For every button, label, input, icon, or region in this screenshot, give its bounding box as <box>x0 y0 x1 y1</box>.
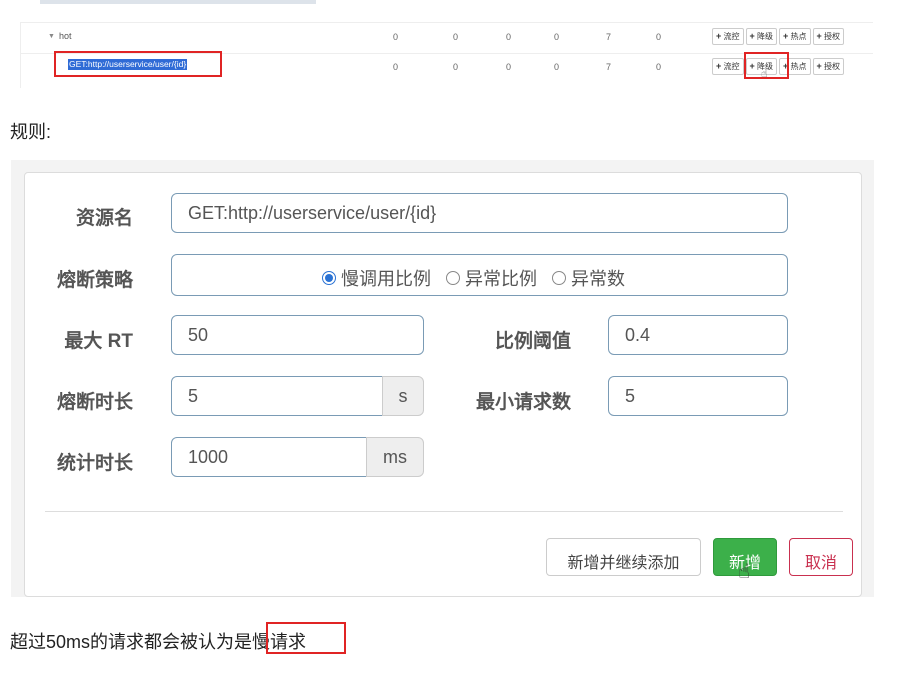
resource-table: ▼ hot 0 0 0 0 7 0 + 流控 + 降级 + 热点 + 授权 GET:h… <box>20 22 873 88</box>
form-divider <box>45 511 843 512</box>
resource-label: 资源名 <box>75 208 133 229</box>
row-actions: + 流控 + 降级 + 热点 + 授权 <box>712 28 846 45</box>
table-row: GET:http://userservice/user/{id} 0 0 0 0… <box>21 51 873 83</box>
radio-unchecked-icon <box>446 271 461 285</box>
hand-cursor-icon: ☝ <box>761 68 768 80</box>
resource-name: hot <box>59 31 72 41</box>
table-row: ▼ hot 0 0 0 0 7 0 + 流控 + 降级 + 热点 + 授权 <box>21 22 873 54</box>
stat-time-input[interactable]: 1000 <box>171 437 367 477</box>
flow-control-button[interactable]: + 流控 <box>712 58 744 75</box>
resource-name: GET:http://userservice/user/{id} <box>68 59 188 70</box>
resource-name-highlight: GET:http://userservice/user/{id} <box>54 51 222 77</box>
radio-unchecked-icon <box>552 271 567 285</box>
degrade-rule-dialog: 资源名 GET:http://userservice/user/{id} 熔断策… <box>11 160 874 597</box>
authorize-button[interactable]: + 授权 <box>812 28 844 45</box>
stat-time-unit: ms <box>366 437 424 477</box>
table-cell: 0 <box>656 62 662 72</box>
rule-form: 资源名 GET:http://userservice/user/{id} 熔断策… <box>24 172 862 597</box>
stat-time-label: 统计时长 <box>56 453 133 474</box>
table-cell: 0 <box>554 32 560 42</box>
top-edge-bar <box>40 0 316 4</box>
min-request-label: 最小请求数 <box>475 392 571 413</box>
radio-checked-icon <box>322 271 336 285</box>
ratio-label: 比例阈值 <box>494 331 571 352</box>
table-cell: 0 <box>506 32 512 42</box>
cancel-button[interactable]: 取消 <box>789 538 853 576</box>
flow-control-button[interactable]: + 流控 <box>712 28 744 45</box>
radio-error-count[interactable]: 异常数 <box>552 265 625 291</box>
hotspot-button[interactable]: + 热点 <box>779 28 811 45</box>
ratio-input[interactable]: 0.4 <box>608 315 788 355</box>
radio-slow-ratio[interactable]: 慢调用比例 <box>322 265 431 291</box>
break-time-input[interactable]: 5 <box>171 376 383 416</box>
explanation-text: 超过50ms的请求都会被认为是慢请求 <box>10 632 307 652</box>
table-cell: 0 <box>393 62 399 72</box>
table-cell: 7 <box>606 32 612 42</box>
resource-input[interactable]: GET:http://userservice/user/{id} <box>171 193 788 233</box>
table-cell: 0 <box>453 32 459 42</box>
strategy-radio-group: 慢调用比例 异常比例 异常数 <box>171 254 788 296</box>
radio-error-ratio[interactable]: 异常比例 <box>446 265 537 291</box>
max-rt-label: 最大 RT <box>64 331 133 352</box>
table-cell: 0 <box>393 32 399 42</box>
hand-cursor-icon: ☝ <box>738 561 751 583</box>
max-rt-input[interactable]: 50 <box>171 315 424 355</box>
slow-request-highlight <box>266 622 346 654</box>
rules-label: 规则: <box>10 122 52 142</box>
strategy-label: 熔断策略 <box>56 270 133 291</box>
authorize-button[interactable]: + 授权 <box>812 58 844 75</box>
break-time-unit: s <box>382 376 424 416</box>
table-cell: 0 <box>656 32 662 42</box>
min-request-input[interactable]: 5 <box>608 376 788 416</box>
table-cell: 0 <box>506 62 512 72</box>
add-and-continue-button[interactable]: 新增并继续添加 <box>546 538 701 576</box>
degrade-button[interactable]: + 降级 <box>745 28 777 45</box>
caret-down-icon[interactable]: ▼ <box>48 33 55 40</box>
table-cell: 0 <box>554 62 560 72</box>
break-time-label: 熔断时长 <box>56 392 133 413</box>
table-cell: 0 <box>453 62 459 72</box>
table-cell: 7 <box>606 62 612 72</box>
